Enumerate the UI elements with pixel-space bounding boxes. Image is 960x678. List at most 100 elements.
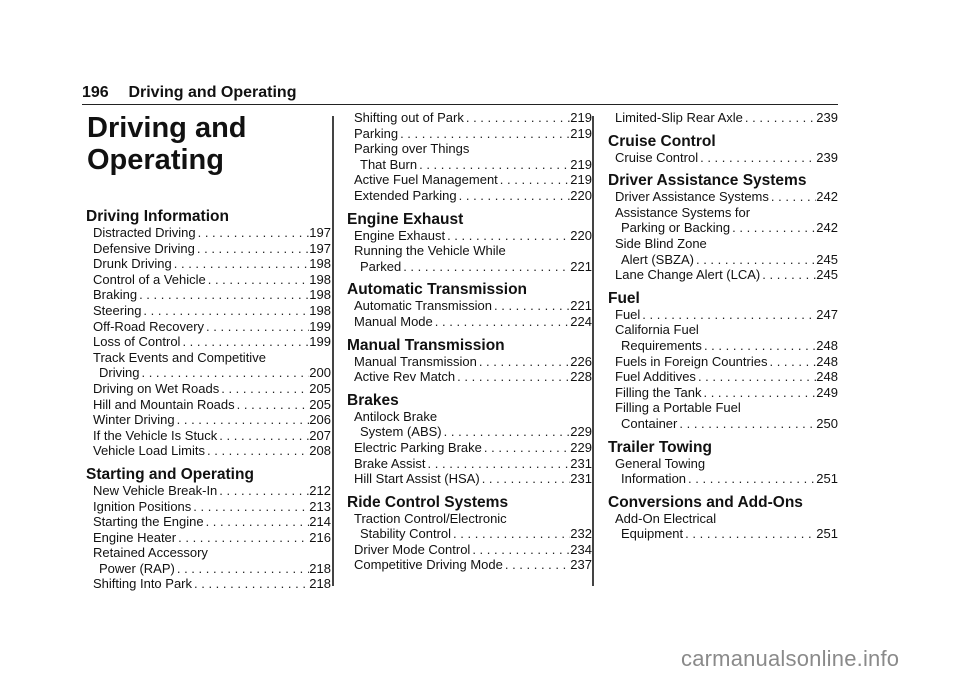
toc-entry[interactable]: Lane Change Alert (LCA) 245	[609, 267, 838, 283]
toc-entry[interactable]: Driver Mode Control 234	[348, 542, 592, 558]
toc-entry[interactable]: Control of a Vehicle 198	[87, 272, 331, 288]
toc-entry-page: 237	[570, 557, 592, 573]
toc-entry[interactable]: Active Fuel Management 219	[348, 172, 592, 188]
toc-entry[interactable]: Ignition Positions 213	[87, 499, 331, 515]
toc-entry[interactable]: If the Vehicle Is Stuck 207	[87, 428, 331, 444]
toc-entry[interactable]: Hill and Mountain Roads 205	[87, 397, 331, 413]
toc-entry-first-line[interactable]: Running the Vehicle While	[348, 243, 592, 259]
toc-section: Conversions and Add-Ons Add-On Electrical…	[608, 494, 838, 542]
toc-entry-label: Starting the Engine	[93, 514, 204, 530]
toc-entry[interactable]: Shifting Into Park 218	[87, 576, 331, 592]
toc-entry-first-line[interactable]: Add-On Electrical	[609, 511, 838, 527]
toc-entry-page: 198	[309, 271, 331, 287]
toc-entry-first-line[interactable]: General Towing	[609, 456, 838, 472]
toc-entry[interactable]: Power (RAP) 218	[87, 561, 331, 577]
toc-entry[interactable]: Limited-Slip Rear Axle 239	[609, 110, 838, 126]
toc-entry-first-line[interactable]: Retained Accessory	[87, 545, 331, 561]
toc-entry[interactable]: Parking 219	[348, 126, 592, 142]
toc-section: Manual TransmissionManual Transmission 22…	[347, 337, 592, 385]
toc-entry[interactable]: Automatic Transmission 221	[348, 298, 592, 314]
toc-entry-label: Electric Parking Brake	[354, 439, 482, 455]
toc-entry-page: 249	[816, 384, 838, 400]
toc-entry[interactable]: Shifting out of Park 219	[348, 110, 592, 126]
toc-entry-label: Drunk Driving	[93, 256, 172, 272]
toc-entry-page: 208	[309, 443, 331, 459]
toc-entry-label: Driving on Wet Roads	[93, 380, 220, 396]
toc-entry-first-line[interactable]: Antilock Brake	[348, 409, 592, 425]
toc-entry[interactable]: Parking or Backing 242	[609, 220, 838, 236]
toc-entry[interactable]: Brake Assist 231	[348, 456, 592, 472]
dot-leader	[235, 397, 310, 413]
toc-entry[interactable]: System (ABS) 229	[348, 424, 592, 440]
toc-entry[interactable]: Container 250	[609, 416, 838, 432]
toc-entry[interactable]: Hill Start Assist (HSA) 231	[348, 471, 592, 487]
toc-entry[interactable]: Engine Exhaust 220	[348, 228, 592, 244]
toc-entry[interactable]: Competitive Driving Mode 237	[348, 557, 592, 573]
toc-entry[interactable]: Driver Assistance Systems 242	[609, 189, 838, 205]
toc-entry-label: Vehicle Load Limits	[93, 443, 206, 459]
toc-entry[interactable]: Alert (SBZA) 245	[609, 252, 838, 268]
toc-entry[interactable]: Fuels in Foreign Countries 248	[609, 354, 838, 370]
toc-entry-label: Cruise Control	[615, 149, 699, 165]
toc-entry[interactable]: Cruise Control 239	[609, 150, 838, 166]
toc-entry[interactable]: Fuel 247	[609, 307, 838, 323]
toc-entry-page: 248	[816, 369, 838, 385]
toc-entry[interactable]: Information 251	[609, 471, 838, 487]
toc-entry[interactable]: Steering 198	[87, 303, 331, 319]
toc-section: FuelFuel 247California FuelRequirements 24…	[608, 290, 838, 432]
toc-entry-first-line[interactable]: Filling a Portable Fuel	[609, 400, 838, 416]
toc-entry-page: 216	[309, 529, 331, 545]
dot-leader	[217, 428, 309, 444]
toc-entry[interactable]: Drunk Driving 198	[87, 256, 331, 272]
toc-entry[interactable]: Distracted Driving 197	[87, 225, 331, 241]
toc-entry[interactable]: Equipment 251	[609, 526, 838, 542]
toc-entry[interactable]: Manual Mode 224	[348, 314, 592, 330]
toc-entry-first-line[interactable]: Side Blind Zone	[609, 236, 838, 252]
toc-entry[interactable]: Winter Driving 206	[87, 412, 331, 428]
dot-leader	[176, 530, 309, 546]
toc-entry[interactable]: Manual Transmission 226	[348, 354, 592, 370]
toc-entry-label: Limited-Slip Rear Axle	[615, 110, 743, 125]
toc-entry[interactable]: Fuel Additives 248	[609, 369, 838, 385]
toc-entry-label: Parking	[354, 125, 399, 141]
toc-entry[interactable]: Braking 198	[87, 287, 331, 303]
dot-leader	[498, 172, 571, 188]
toc-entry[interactable]: Vehicle Load Limits 208	[87, 443, 331, 459]
toc-entry[interactable]: Loss of Control 199	[87, 334, 331, 350]
toc-entry-first-line[interactable]: Assistance Systems for	[609, 205, 838, 221]
toc-entry[interactable]: That Burn 219	[348, 157, 592, 173]
toc-entry-label: Fuels in Foreign Countries	[615, 353, 768, 369]
toc-entry-first-line[interactable]: Track Events and Competitive	[87, 350, 331, 366]
toc-entry[interactable]: Driving 200	[87, 365, 331, 381]
toc-entry-label: Active Fuel Management	[354, 172, 498, 188]
toc-entry[interactable]: Active Rev Match 228	[348, 369, 592, 385]
toc-entry[interactable]: Defensive Driving 197	[87, 241, 331, 257]
toc-entry[interactable]: Stability Control 232	[348, 526, 592, 542]
toc-entry[interactable]: Off-Road Recovery 199	[87, 319, 331, 335]
toc-entry[interactable]: Driving on Wet Roads 205	[87, 381, 331, 397]
toc-entry[interactable]: Requirements 248	[609, 338, 838, 354]
toc-entry[interactable]: New Vehicle Break-In 212	[87, 483, 331, 499]
section-heading: Automatic Transmission	[347, 281, 528, 299]
toc-entry-label: Shifting out of Park	[354, 110, 464, 125]
toc-entry[interactable]: Electric Parking Brake 229	[348, 440, 592, 456]
toc-entry-page: 234	[570, 541, 592, 557]
dot-leader	[698, 150, 816, 166]
toc-entry[interactable]: Engine Heater 216	[87, 530, 331, 546]
toc-entry-first-line[interactable]: Parking over Things	[348, 141, 592, 157]
toc-entry[interactable]: Extended Parking 220	[348, 188, 592, 204]
dot-leader	[175, 561, 309, 577]
dot-leader	[445, 228, 570, 244]
toc-entry-label: Alert (SBZA)	[621, 251, 694, 267]
toc-entry-page: 200	[309, 365, 331, 381]
toc-entry[interactable]: Parked 221	[348, 259, 592, 275]
toc-entry-first-line[interactable]: Traction Control/Electronic	[348, 511, 592, 527]
dot-leader	[141, 303, 309, 319]
toc-entry-page: 231	[570, 455, 592, 471]
section-heading: Engine Exhaust	[347, 210, 464, 228]
toc-column-2: Shifting out of Park219Parking219Parking…	[347, 110, 592, 580]
toc-entry-first-line[interactable]: California Fuel	[609, 322, 838, 338]
toc-entry[interactable]: Filling the Tank 249	[609, 385, 838, 401]
dot-leader	[480, 471, 571, 487]
toc-entry[interactable]: Starting the Engine 214	[87, 514, 331, 530]
